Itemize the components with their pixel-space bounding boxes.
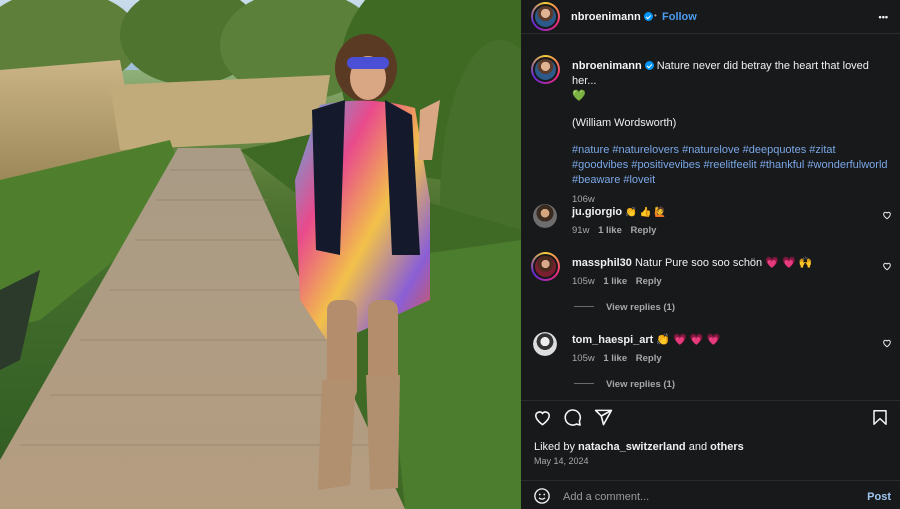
post-dialog: nbroenimann • Follow ••• nbroenimann Nat… [0,0,900,509]
comment-avatar[interactable] [533,204,557,228]
post-date[interactable]: May 14, 2024 [534,456,589,466]
comment-likes[interactable]: 1 like [603,276,627,287]
comment-age[interactable]: 105w [572,353,595,364]
comment-icon[interactable] [563,408,582,427]
action-bar [521,400,900,433]
reply-button[interactable]: Reply [636,353,662,364]
comment: tom_haespi_art 👏 💗 💗 💗 105w 1 like Reply [572,333,872,364]
separator-dot: • [654,11,657,20]
caption-age[interactable]: 106w [572,194,892,205]
comment-username[interactable]: massphil30 [572,257,632,269]
comment-avatar[interactable] [531,252,560,281]
comment-heart-icon[interactable] [882,338,892,348]
share-icon[interactable] [594,408,613,427]
comment-username[interactable]: ju.giorgio [572,206,622,218]
view-replies-button[interactable]: View replies (1) [574,302,675,313]
comment-likes[interactable]: 1 like [603,353,627,364]
likes-prefix: Liked by [534,441,575,453]
comment: ju.giorgio 👏 👍 🙋 91w 1 like Reply [572,205,872,236]
comment-text: Natur Pure soo soo schön 💗 💗 🙌 [634,257,813,269]
caption-hashtags[interactable]: #nature #naturelovers #naturelove #deepq… [572,143,892,188]
reply-button[interactable]: Reply [631,225,657,236]
comment-age[interactable]: 105w [572,276,595,287]
comment-likes[interactable]: 1 like [598,225,622,236]
caption-username[interactable]: nbroenimann [572,60,654,72]
liked-user-link[interactable]: natacha_switzerland [578,441,686,453]
photo-scene [0,0,521,509]
reply-button[interactable]: Reply [636,276,662,287]
comment-text: 👏 💗 💗 💗 [656,334,721,346]
heart-icon[interactable] [533,408,552,427]
caption-emoji: 💚 [572,90,586,102]
likes-summary: Liked by natacha_switzerland and others [534,441,744,453]
verified-icon [644,61,654,70]
comment-text: 👏 👍 🙋 [625,207,666,218]
bookmark-icon[interactable] [871,408,889,427]
author-username-text[interactable]: nbroenimann [571,11,641,23]
comment-heart-icon[interactable] [882,261,892,271]
likes-and: and [688,441,708,453]
comment-composer: Add a comment... Post [521,480,900,509]
follow-button[interactable]: Follow [662,11,697,23]
liked-others-link[interactable]: others [710,441,744,453]
more-icon[interactable]: ••• [879,12,888,22]
comment: massphil30 Natur Pure soo soo schön 💗 💗 … [572,256,872,287]
caption-quote: (William Wordsworth) [572,117,677,129]
post-header: nbroenimann • Follow ••• [521,0,900,34]
comment-heart-icon[interactable] [882,210,892,220]
comment-age[interactable]: 91w [572,225,589,236]
verified-icon [643,12,653,21]
author-username[interactable]: nbroenimann [571,11,653,23]
emoji-icon[interactable] [533,487,551,505]
post-photo[interactable] [0,0,521,509]
caption-avatar[interactable] [531,55,560,84]
comment-avatar[interactable] [533,332,557,356]
post-comment-button[interactable]: Post [867,491,891,503]
author-avatar[interactable] [531,2,560,31]
post-panel: nbroenimann • Follow ••• nbroenimann Nat… [521,0,900,509]
comment-username[interactable]: tom_haespi_art [572,334,653,346]
comment-input[interactable]: Add a comment... [563,491,649,503]
caption: nbroenimann Nature never did betray the … [572,59,892,205]
view-replies-button[interactable]: View replies (1) [574,379,675,390]
